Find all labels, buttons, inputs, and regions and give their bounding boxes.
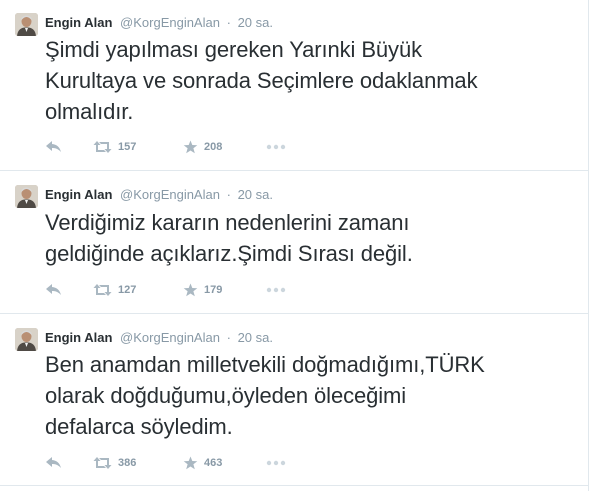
- favorite-count: 463: [204, 457, 223, 469]
- tweet-timestamp[interactable]: 20 sa.: [238, 330, 273, 345]
- reply-icon: [46, 141, 61, 152]
- tweet-header: Engin Alan @KorgEnginAlan · 20 sa.: [45, 185, 273, 205]
- author-handle[interactable]: @KorgEnginAlan: [120, 187, 220, 202]
- tweet-text: Şimdi yapılması gereken Yarınki Büyük Ku…: [45, 37, 478, 124]
- reply-icon: [46, 284, 61, 295]
- retweet-count: 386: [118, 457, 137, 469]
- tweet-timestamp[interactable]: 20 sa.: [238, 187, 273, 202]
- more-options-button[interactable]: [266, 281, 286, 299]
- star-icon: [183, 456, 198, 470]
- retweet-icon: [93, 284, 112, 296]
- favorite-count: 208: [204, 141, 223, 153]
- author-name[interactable]: Engin Alan: [45, 330, 112, 345]
- reply-button[interactable]: [45, 281, 62, 299]
- tweet[interactable]: Engin Alan @KorgEnginAlan · 20 sa. Şimdi…: [0, 0, 588, 171]
- tweet-timestamp[interactable]: 20 sa.: [238, 15, 273, 30]
- tweet-header: Engin Alan @KorgEnginAlan · 20 sa.: [45, 13, 273, 33]
- retweet-button[interactable]: 386: [93, 454, 136, 472]
- retweet-button[interactable]: 127: [93, 281, 136, 299]
- more-options-button[interactable]: [266, 138, 286, 156]
- tweet-actions: 157 208: [45, 138, 345, 156]
- avatar[interactable]: [15, 13, 38, 36]
- tweet[interactable]: Engin Alan @KorgEnginAlan · 20 sa. Verdi…: [0, 171, 588, 314]
- tweet-text: Ben anamdan milletvekili doğmadığımı,TÜR…: [45, 352, 485, 439]
- more-dots-icon: [266, 144, 286, 150]
- star-icon: [183, 283, 198, 297]
- separator-dot: ·: [226, 15, 231, 30]
- star-icon: [183, 140, 198, 154]
- reply-button[interactable]: [45, 454, 62, 472]
- avatar[interactable]: [15, 328, 38, 351]
- more-dots-icon: [266, 460, 286, 466]
- author-name[interactable]: Engin Alan: [45, 15, 112, 30]
- author-name[interactable]: Engin Alan: [45, 187, 112, 202]
- reply-icon: [46, 457, 61, 468]
- separator-dot: ·: [226, 330, 231, 345]
- retweet-button[interactable]: 157: [93, 138, 136, 156]
- tweet[interactable]: Engin Alan @KorgEnginAlan · 20 sa. Ben a…: [0, 314, 588, 486]
- tweet-actions: 386 463: [45, 454, 345, 472]
- tweet-header: Engin Alan @KorgEnginAlan · 20 sa.: [45, 328, 273, 348]
- more-options-button[interactable]: [266, 454, 286, 472]
- tweet-timeline: Engin Alan @KorgEnginAlan · 20 sa. Şimdi…: [0, 0, 589, 491]
- author-handle[interactable]: @KorgEnginAlan: [120, 15, 220, 30]
- reply-button[interactable]: [45, 138, 62, 156]
- favorite-button[interactable]: 179: [183, 281, 222, 299]
- separator-dot: ·: [226, 187, 231, 202]
- favorite-button[interactable]: 463: [183, 454, 222, 472]
- tweet-actions: 127 179: [45, 281, 345, 299]
- retweet-icon: [93, 141, 112, 153]
- retweet-count: 127: [118, 284, 137, 296]
- retweet-icon: [93, 457, 112, 469]
- author-handle[interactable]: @KorgEnginAlan: [120, 330, 220, 345]
- favorite-count: 179: [204, 284, 223, 296]
- more-dots-icon: [266, 287, 286, 293]
- favorite-button[interactable]: 208: [183, 138, 222, 156]
- retweet-count: 157: [118, 141, 137, 153]
- tweet-text: Verdiğimiz kararın nedenlerini zamanı ge…: [45, 210, 413, 266]
- avatar[interactable]: [15, 185, 38, 208]
